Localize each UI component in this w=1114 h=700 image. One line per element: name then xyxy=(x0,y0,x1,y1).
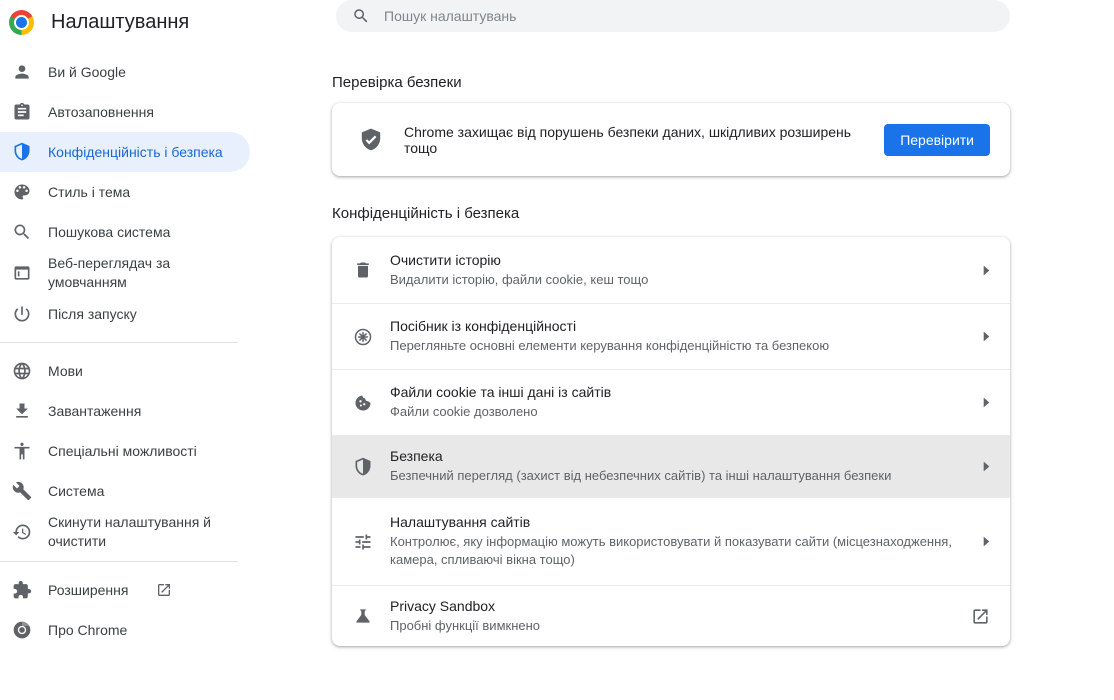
sidebar-item-default-browser[interactable]: Веб-переглядач за умовчанням xyxy=(0,252,250,294)
safety-check-card: Chrome захищає від порушень безпеки дани… xyxy=(332,103,1010,176)
sidebar: Налаштування Ви й Google Автозаповнення … xyxy=(0,0,250,650)
settings-row-security[interactable]: Безпека Безпечний перегляд (захист від н… xyxy=(332,435,1010,497)
settings-row-cookies[interactable]: Файли cookie та інші дані із сайтів Файл… xyxy=(332,369,1010,435)
chevron-right-icon xyxy=(983,331,990,342)
section-heading-privacy-security: Конфіденційність і безпека xyxy=(332,205,519,222)
settings-row-clear-history[interactable]: Очистити історію Видалити історію, файли… xyxy=(332,237,1010,303)
sidebar-nav: Ви й Google Автозаповнення Конфіденційні… xyxy=(0,52,250,650)
sidebar-item-downloads[interactable]: Завантаження xyxy=(0,391,250,431)
row-title: Очистити історію xyxy=(390,252,971,268)
app-header: Налаштування xyxy=(0,0,250,44)
privacy-security-card: Очистити історію Видалити історію, файли… xyxy=(332,237,1010,646)
sidebar-item-label: Про Chrome xyxy=(48,621,127,640)
sidebar-item-label: Спеціальні можливості xyxy=(48,442,197,461)
open-in-new-icon xyxy=(156,582,172,598)
sidebar-item-search-engine[interactable]: Пошукова система xyxy=(0,212,250,252)
row-text: Посібник із конфіденційності Перегляньте… xyxy=(390,318,983,355)
sidebar-divider xyxy=(0,342,238,343)
sidebar-item-label: Пошукова система xyxy=(48,223,170,242)
sidebar-item-you-and-google[interactable]: Ви й Google xyxy=(0,52,250,92)
check-now-button[interactable]: Перевірити xyxy=(884,124,990,156)
sidebar-item-label: Мови xyxy=(48,362,83,381)
row-subtitle: Файли cookie дозволено xyxy=(390,403,971,421)
wrench-icon xyxy=(12,481,32,501)
sidebar-item-privacy-security[interactable]: Конфіденційність і безпека xyxy=(0,132,250,172)
sidebar-item-system[interactable]: Система xyxy=(0,471,250,511)
sidebar-item-label: Стиль і тема xyxy=(48,183,130,202)
chevron-right-icon xyxy=(983,461,990,472)
chevron-right-icon xyxy=(983,265,990,276)
history-restore-icon xyxy=(12,522,32,542)
browser-icon xyxy=(12,263,32,283)
row-subtitle: Безпечний перегляд (захист від небезпечн… xyxy=(390,467,971,485)
chevron-right-icon xyxy=(983,397,990,408)
privacy-guide-icon xyxy=(352,327,374,347)
sidebar-item-on-startup[interactable]: Після запуску xyxy=(0,294,250,334)
settings-search[interactable] xyxy=(336,0,1010,32)
sidebar-item-reset[interactable]: Скинути налаштування й очистити xyxy=(0,511,250,553)
puzzle-icon xyxy=(12,580,32,600)
row-text: Налаштування сайтів Контролює, яку інфор… xyxy=(390,514,983,569)
settings-row-privacy-guide[interactable]: Посібник із конфіденційності Перегляньте… xyxy=(332,303,1010,369)
sidebar-item-label: Завантаження xyxy=(48,402,141,421)
chrome-gray-icon xyxy=(12,620,32,640)
row-title: Налаштування сайтів xyxy=(390,514,971,530)
search-input[interactable] xyxy=(384,8,994,24)
row-text: Privacy Sandbox Пробні функції вимкнено xyxy=(390,598,971,635)
accessibility-icon xyxy=(12,441,32,461)
section-heading-safety-check: Перевірка безпеки xyxy=(332,74,462,91)
chrome-logo-icon xyxy=(9,10,34,35)
magnifier-icon xyxy=(12,222,32,242)
shield-icon xyxy=(12,142,32,162)
row-subtitle: Пробні функції вимкнено xyxy=(390,617,959,635)
settings-row-site-settings[interactable]: Налаштування сайтів Контролює, яку інфор… xyxy=(332,497,1010,585)
row-subtitle: Контролює, яку інформацію можуть викорис… xyxy=(390,533,971,569)
sidebar-item-label: Автозаповнення xyxy=(48,103,154,122)
settings-row-privacy-sandbox[interactable]: Privacy Sandbox Пробні функції вимкнено xyxy=(332,585,1010,646)
sidebar-item-accessibility[interactable]: Спеціальні можливості xyxy=(0,431,250,471)
globe-icon xyxy=(12,361,32,381)
row-title: Посібник із конфіденційності xyxy=(390,318,971,334)
row-text: Файли cookie та інші дані із сайтів Файл… xyxy=(390,384,983,421)
trash-icon xyxy=(352,260,374,280)
page-title: Налаштування xyxy=(51,11,189,34)
safety-check-message: Chrome захищає від порушень безпеки дани… xyxy=(404,124,864,156)
security-shield-icon xyxy=(352,457,374,477)
row-text: Безпека Безпечний перегляд (захист від н… xyxy=(390,448,983,485)
row-subtitle: Перегляньте основні елементи керування к… xyxy=(390,337,971,355)
clipboard-icon xyxy=(12,102,32,122)
flask-icon xyxy=(352,606,374,626)
sidebar-item-appearance[interactable]: Стиль і тема xyxy=(0,172,250,212)
sidebar-item-autofill[interactable]: Автозаповнення xyxy=(0,92,250,132)
sidebar-item-label: Система xyxy=(48,482,104,501)
cookie-icon xyxy=(352,393,374,413)
row-title: Файли cookie та інші дані із сайтів xyxy=(390,384,971,400)
sidebar-item-about-chrome[interactable]: Про Chrome xyxy=(0,610,250,650)
download-icon xyxy=(12,401,32,421)
sidebar-item-label: Ви й Google xyxy=(48,63,126,82)
sidebar-item-extensions[interactable]: Розширення xyxy=(0,570,250,610)
power-icon xyxy=(12,304,32,324)
tune-icon xyxy=(352,532,374,552)
sidebar-item-languages[interactable]: Мови xyxy=(0,351,250,391)
person-icon xyxy=(12,62,32,82)
open-in-new-icon xyxy=(971,607,990,626)
search-icon xyxy=(352,7,370,25)
row-subtitle: Видалити історію, файли cookie, кеш тощо xyxy=(390,271,971,289)
shield-check-icon xyxy=(358,127,384,153)
sidebar-item-label: Розширення xyxy=(48,581,128,600)
sidebar-item-label: Після запуску xyxy=(48,305,137,324)
sidebar-item-label: Скинути налаштування й очистити xyxy=(48,513,242,551)
row-text: Очистити історію Видалити історію, файли… xyxy=(390,252,983,289)
sidebar-item-label: Веб-переглядач за умовчанням xyxy=(48,254,242,292)
row-title: Безпека xyxy=(390,448,971,464)
row-title: Privacy Sandbox xyxy=(390,598,959,614)
sidebar-item-label: Конфіденційність і безпека xyxy=(48,143,223,162)
sidebar-divider xyxy=(0,561,238,562)
palette-icon xyxy=(12,182,32,202)
chevron-right-icon xyxy=(983,536,990,547)
